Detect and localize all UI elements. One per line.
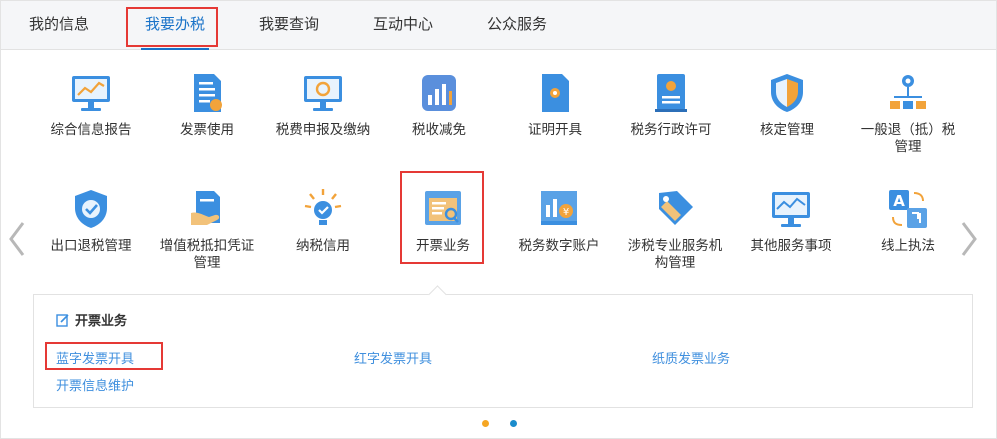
service-tax-declaration[interactable]: 税费申报及缴纳: [265, 71, 381, 138]
link-red-invoice-issue[interactable]: 红字发票开具: [354, 348, 432, 367]
svg-text:¥: ¥: [563, 207, 569, 218]
service-label: 税务行政许可: [630, 122, 712, 137]
lightbulb-check-icon: [304, 189, 342, 225]
service-vat-deduction[interactable]: 增值税抵扣凭证管理: [149, 187, 265, 271]
service-tax-credit[interactable]: 纳税信用: [265, 187, 381, 254]
shield-check-icon: [75, 190, 107, 228]
service-export-refund[interactable]: 出口退税管理: [33, 187, 149, 254]
tab-my-info[interactable]: 我的信息: [23, 1, 95, 49]
invoice-search-icon: [425, 191, 461, 225]
service-label: 税务数字账户: [518, 238, 600, 253]
link-blue-invoice-issue[interactable]: 蓝字发票开具: [56, 348, 134, 367]
chevron-left-icon[interactable]: [7, 219, 27, 259]
service-certificate-issuing[interactable]: 证明开具: [497, 71, 613, 138]
service-tax-refund-management[interactable]: 一般退（抵）税管理: [850, 71, 966, 155]
sub-service-panel: 开票业务 蓝字发票开具 红字发票开具 纸质发票业务 开票信息维护: [33, 294, 973, 408]
service-tax-reduction[interactable]: 税收减免: [381, 71, 497, 138]
service-label: 线上执法: [881, 238, 935, 253]
tax-service-widget: 我的信息 我要办税 我要查询 互动中心 公众服务 综合信息报告 发票使用 税费申…: [0, 0, 997, 439]
location-network-icon: [890, 75, 926, 109]
edit-icon: [56, 314, 69, 327]
service-label: 开票业务: [416, 238, 470, 253]
service-label: 纳税信用: [296, 238, 350, 253]
license-book-icon: [655, 74, 687, 112]
tag-icon: [659, 191, 693, 225]
pagination-dot-1[interactable]: [482, 420, 489, 427]
bar-chart-square-icon: [422, 75, 456, 111]
service-label: 出口退税管理: [50, 238, 132, 253]
active-tab-underline: [141, 48, 209, 50]
service-label: 证明开具: [528, 122, 582, 137]
tab-tax-handling[interactable]: 我要办税: [141, 1, 209, 50]
service-invoice-use[interactable]: 发票使用: [149, 71, 265, 138]
monitor-refresh-icon: [304, 76, 342, 111]
tab-interaction-center[interactable]: 互动中心: [368, 1, 438, 49]
chevron-right-icon[interactable]: [959, 219, 979, 259]
hand-document-icon: [191, 191, 220, 225]
service-assessment-management[interactable]: 核定管理: [729, 71, 845, 138]
link-invoice-info-maintenance[interactable]: 开票信息维护: [56, 375, 134, 394]
panel-title: 开票业务: [56, 310, 127, 329]
certificate-document-icon: [542, 74, 569, 112]
panel-title-text: 开票业务: [75, 313, 128, 328]
service-label: 发票使用: [180, 122, 234, 137]
tab-bar: 我的信息 我要办税 我要查询 互动中心 公众服务: [1, 1, 996, 50]
service-online-enforcement[interactable]: A 线上执法: [850, 187, 966, 254]
service-administrative-license[interactable]: 税务行政许可: [613, 71, 729, 138]
invoice-document-icon: [194, 74, 222, 112]
tab-public-service[interactable]: 公众服务: [482, 1, 552, 49]
service-comprehensive-report[interactable]: 综合信息报告: [33, 71, 149, 138]
link-paper-invoice-business[interactable]: 纸质发票业务: [652, 348, 730, 367]
service-label: 一般退（抵）税管理: [860, 122, 956, 154]
svg-text:A: A: [893, 192, 905, 210]
service-label: 核定管理: [760, 122, 814, 137]
pagination-dot-2[interactable]: [510, 420, 517, 427]
yuan-chart-board-icon: ¥: [541, 191, 577, 225]
service-label: 其他服务事项: [750, 238, 832, 253]
service-label: 税费申报及缴纳: [275, 122, 371, 137]
translate-icon: A: [889, 190, 927, 228]
service-invoicing-business[interactable]: 开票业务: [385, 187, 501, 254]
service-label: 综合信息报告: [50, 122, 132, 137]
service-label: 涉税专业服务机构管理: [627, 238, 723, 270]
tab-tax-handling-label: 我要办税: [144, 16, 205, 33]
service-tax-agency-management[interactable]: 涉税专业服务机构管理: [617, 187, 733, 271]
service-digital-account[interactable]: ¥ 税务数字账户: [501, 187, 617, 254]
service-label: 增值税抵扣凭证管理: [159, 238, 255, 270]
tab-query[interactable]: 我要查询: [254, 1, 324, 49]
shield-icon: [771, 74, 803, 112]
monitor-chart-icon: [72, 76, 110, 111]
service-other-matters[interactable]: 其他服务事项: [733, 187, 849, 254]
service-label: 税收减免: [412, 122, 466, 137]
monitor-line-icon: [772, 192, 810, 227]
